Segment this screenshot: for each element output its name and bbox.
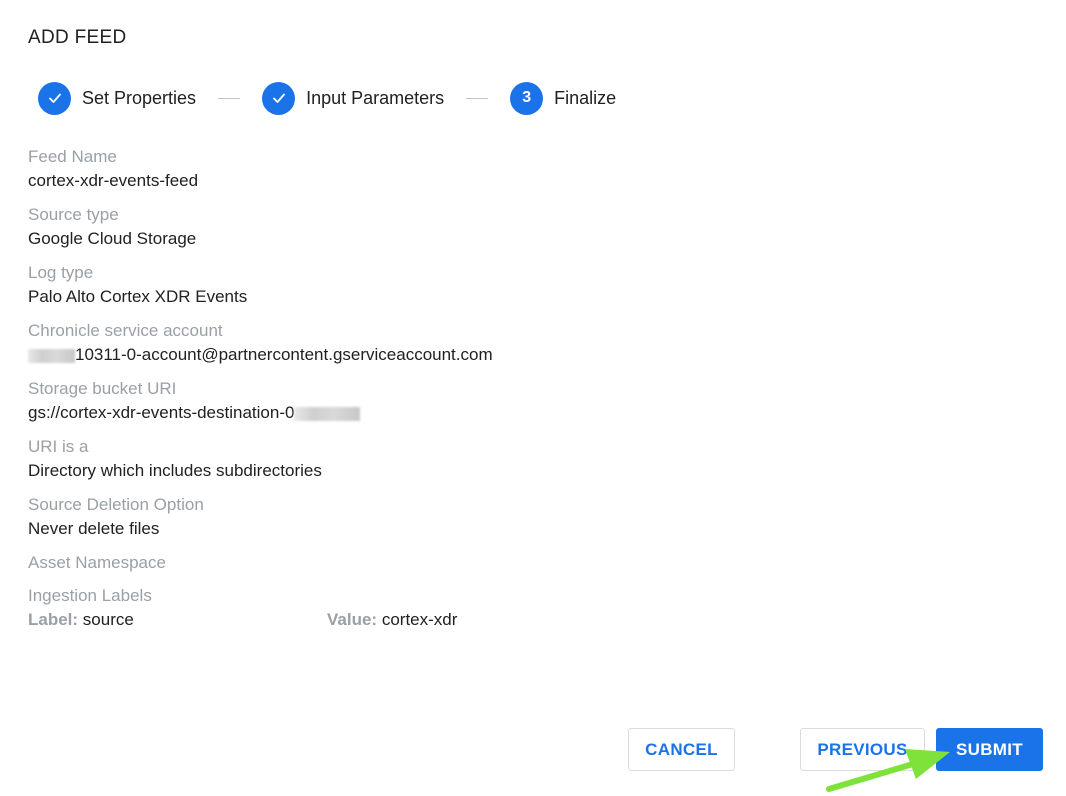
label-key: Label: bbox=[28, 610, 79, 629]
field-label: Log type bbox=[28, 263, 94, 282]
stepper: Set Properties Input Parameters 3 Finali… bbox=[38, 81, 616, 115]
check-icon bbox=[272, 93, 285, 103]
dialog-title: ADD FEED bbox=[28, 27, 127, 48]
value-key: Value: bbox=[327, 610, 378, 629]
step-set-properties: Set Properties bbox=[38, 81, 197, 115]
field-source-type: Source type Google Cloud Storage bbox=[28, 203, 493, 261]
step-label: Set Properties bbox=[82, 87, 197, 108]
step-complete-badge bbox=[262, 81, 296, 115]
field-label: Asset Namespace bbox=[28, 553, 166, 572]
field-label: Storage bucket URI bbox=[28, 379, 177, 398]
service-account-text: 10311-0-account@partnercontent.gservicea… bbox=[75, 345, 493, 364]
field-chronicle-service-account: Chronicle service account 10311-0-accoun… bbox=[28, 319, 493, 377]
summary-field-list: Feed Name cortex-xdr-events-feed Source … bbox=[28, 145, 493, 609]
field-label: Chronicle service account bbox=[28, 321, 223, 340]
step-label: Finalize bbox=[554, 87, 617, 108]
ingestion-labels: Ingestion Labels Label: source Value: co… bbox=[28, 584, 457, 632]
field-value: Directory which includes subdirectories bbox=[28, 461, 322, 480]
submit-button[interactable]: SUBMIT bbox=[936, 728, 1043, 771]
field-value: Never delete files bbox=[28, 519, 160, 538]
label-value: source bbox=[82, 610, 134, 629]
value-pair: Value: cortex-xdr bbox=[327, 608, 457, 632]
cancel-button[interactable]: CANCEL bbox=[628, 728, 735, 771]
step-label: Input Parameters bbox=[306, 87, 445, 108]
previous-button[interactable]: PREVIOUS bbox=[800, 728, 925, 771]
field-value: Palo Alto Cortex XDR Events bbox=[28, 287, 248, 306]
step-connector bbox=[218, 97, 241, 99]
step-connector bbox=[466, 97, 489, 99]
field-value: 10311-0-account@partnercontent.gservicea… bbox=[28, 343, 493, 367]
field-label: Ingestion Labels bbox=[28, 586, 152, 605]
field-log-type: Log type Palo Alto Cortex XDR Events bbox=[28, 261, 493, 319]
field-label: URI is a bbox=[28, 437, 89, 456]
ingestion-label-row: Label: source Value: cortex-xdr bbox=[28, 608, 457, 632]
field-label: Feed Name bbox=[28, 147, 117, 166]
step-number-badge: 3 bbox=[510, 81, 544, 115]
field-source-deletion-option: Source Deletion Option Never delete file… bbox=[28, 493, 493, 551]
field-label: Source Deletion Option bbox=[28, 495, 204, 514]
redacted-text bbox=[28, 348, 75, 363]
bucket-uri-text: gs://cortex-xdr-events-destination-0 bbox=[28, 403, 295, 422]
field-value: gs://cortex-xdr-events-destination-0 bbox=[28, 401, 493, 425]
label-pair: Label: source bbox=[28, 610, 134, 629]
step-input-parameters: Input Parameters bbox=[262, 81, 445, 115]
step-finalize: 3 Finalize bbox=[510, 81, 617, 115]
field-label: Source type bbox=[28, 205, 119, 224]
check-icon bbox=[48, 93, 61, 103]
field-storage-bucket-uri: Storage bucket URI gs://cortex-xdr-event… bbox=[28, 377, 493, 435]
field-value: cortex-xdr-events-feed bbox=[28, 171, 199, 190]
redacted-text bbox=[294, 406, 361, 421]
step-complete-badge bbox=[38, 81, 71, 115]
field-uri-is-a: URI is a Directory which includes subdir… bbox=[28, 435, 493, 493]
field-feed-name: Feed Name cortex-xdr-events-feed bbox=[28, 145, 493, 203]
field-value: Google Cloud Storage bbox=[28, 229, 197, 248]
value-value: cortex-xdr bbox=[381, 610, 458, 629]
